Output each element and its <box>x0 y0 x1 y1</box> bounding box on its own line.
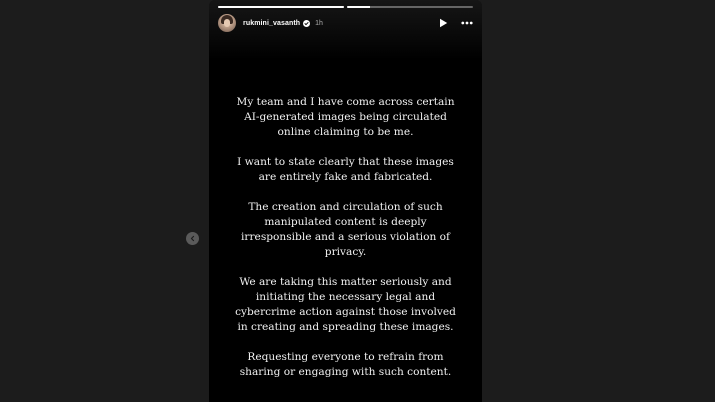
avatar-face <box>224 19 230 27</box>
statement-paragraph: I want to state clearly that these image… <box>237 156 454 183</box>
play-button[interactable] <box>437 17 449 29</box>
avatar[interactable] <box>218 14 236 32</box>
progress-segment <box>218 6 344 8</box>
story-timestamp: 1h <box>315 19 323 27</box>
play-icon <box>439 18 447 28</box>
previous-story-button[interactable] <box>186 232 199 245</box>
progress-fill <box>347 6 370 8</box>
story-viewer-page: rukmini_vasanth 1h My team and I have co… <box>0 0 715 402</box>
progress-segment <box>347 6 473 8</box>
statement-paragraph: My team and I have come across certain A… <box>236 96 455 138</box>
more-options-icon <box>461 21 473 25</box>
story-header: rukmini_vasanth 1h <box>218 12 473 34</box>
username[interactable]: rukmini_vasanth <box>243 20 300 27</box>
statement-paragraph: We are taking this matter seriously and … <box>235 276 456 333</box>
more-options-button[interactable] <box>461 17 473 29</box>
progress-fill <box>218 6 344 8</box>
story-card[interactable]: rukmini_vasanth 1h My team and I have co… <box>209 0 482 402</box>
statement-paragraph: Requesting everyone to refrain from shar… <box>239 351 452 378</box>
verified-badge-icon <box>303 19 311 27</box>
story-statement-text: My team and I have come across certain A… <box>209 95 482 395</box>
statement-paragraph: The creation and circulation of such man… <box>241 201 450 258</box>
story-actions <box>437 17 473 29</box>
story-progress-bar <box>218 6 473 8</box>
chevron-left-icon <box>190 235 195 242</box>
